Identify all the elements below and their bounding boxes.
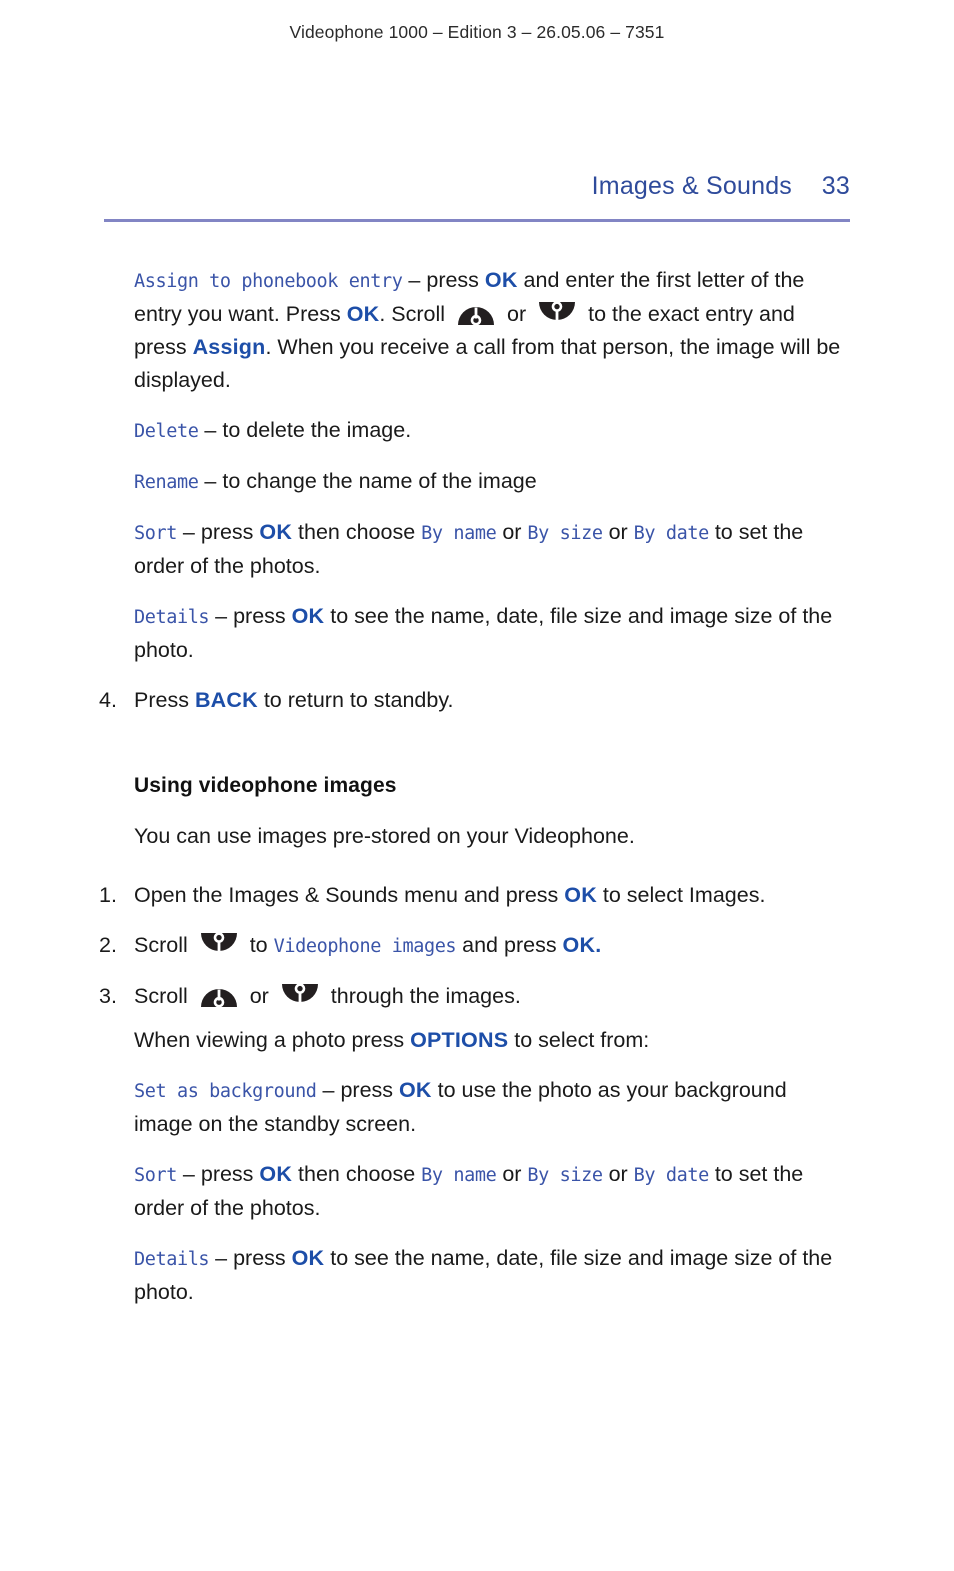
text-fragment: to select Images. xyxy=(596,883,766,907)
scroll-down-icon xyxy=(197,932,241,957)
key-back: BACK xyxy=(194,688,258,712)
list-number: 1. xyxy=(99,883,117,907)
text-fragment: Press xyxy=(134,688,195,712)
paragraph-delete: Delete – to delete the image. xyxy=(0,414,954,448)
paragraph-rename: Rename – to change the name of the image xyxy=(0,465,954,499)
text-fragment: Scroll xyxy=(134,933,194,957)
text-fragment: and press xyxy=(456,933,563,957)
running-header: Videophone 1000 – Edition 3 – 26.05.06 –… xyxy=(289,22,665,42)
text-fragment: or xyxy=(496,1162,528,1186)
text-fragment: Scroll xyxy=(134,984,194,1008)
menu-label-sort: Sort xyxy=(134,523,177,544)
text-fragment: or xyxy=(602,1162,634,1186)
text-fragment: – press xyxy=(209,604,292,628)
key-ok: OK xyxy=(564,883,597,907)
text-fragment: or xyxy=(602,520,634,544)
menu-label-assign-to-phonebook-entry: Assign to phonebook entry xyxy=(134,271,403,292)
text-fragment: or xyxy=(496,520,528,544)
menu-label-set-as-background: Set as background xyxy=(134,1081,317,1102)
list-number: 2. xyxy=(99,933,117,957)
scroll-down-icon xyxy=(278,983,322,1008)
scroll-up-icon xyxy=(454,301,498,326)
list-item-step-1: 1. Open the Images & Sounds menu and pres… xyxy=(0,879,954,912)
menu-label-details: Details xyxy=(134,1249,210,1270)
text-fragment: or xyxy=(501,302,533,326)
key-ok: OK xyxy=(259,520,293,544)
scroll-down-icon xyxy=(535,301,579,326)
text-fragment: – press xyxy=(176,520,260,544)
key-ok: OK xyxy=(346,302,380,326)
menu-option-by-date: By date xyxy=(633,523,710,544)
menu-label-details: Details xyxy=(134,607,210,628)
list-item-step-3: 3. Scroll or through the images. xyxy=(0,980,954,1013)
paragraph-set-as-background: Set as background – press OK to use the … xyxy=(0,1074,954,1141)
paragraph-assign-to-phonebook-entry: Assign to phonebook entry – press OK and… xyxy=(0,264,954,397)
menu-option-by-size: By size xyxy=(527,1165,603,1186)
subheading-using-videophone-images: Using videophone images xyxy=(134,774,397,797)
page-number: 33 xyxy=(821,172,850,200)
text-fragment: – to delete the image. xyxy=(198,418,412,442)
page-heading-row: Images & Sounds 33 xyxy=(104,172,850,201)
text-fragment: then choose xyxy=(292,520,422,544)
text-fragment: to select from: xyxy=(508,1028,650,1052)
key-ok: OK xyxy=(484,268,518,292)
paragraph-details-first: Details – press OK to see the name, date… xyxy=(0,600,954,667)
text-fragment: or xyxy=(243,984,275,1008)
menu-label-sort: Sort xyxy=(134,1165,177,1186)
text-fragment: – press xyxy=(209,1246,292,1270)
text-fragment: – press xyxy=(316,1078,399,1102)
paragraph-details-second: Details – press OK to see the name, date… xyxy=(0,1242,954,1309)
key-ok: OK xyxy=(259,1162,293,1186)
list-number: 3. xyxy=(99,984,117,1008)
menu-option-by-size: By size xyxy=(527,523,603,544)
menu-label-rename: Rename xyxy=(134,472,199,493)
key-ok: OK. xyxy=(562,933,602,957)
menu-option-by-name: By name xyxy=(421,523,497,544)
text-fragment: – to change the name of the image xyxy=(198,469,537,493)
paragraph-intro: You can use images pre-stored on your Vi… xyxy=(134,824,635,848)
text-fragment: through the images. xyxy=(324,984,521,1008)
list-item-step-4: 4. Press BACK to return to standby. xyxy=(0,684,954,717)
text-fragment: When viewing a photo press xyxy=(134,1028,411,1052)
header-rule xyxy=(104,219,850,222)
menu-label-delete: Delete xyxy=(134,421,199,442)
paragraph-sort-first: Sort – press OK then choose By name or B… xyxy=(0,516,954,583)
key-ok: OK xyxy=(291,1246,325,1270)
text-fragment: – press xyxy=(176,1162,260,1186)
menu-label-videophone-images: Videophone images xyxy=(273,936,457,957)
list-number: 4. xyxy=(99,688,117,712)
menu-option-by-name: By name xyxy=(421,1165,497,1186)
subheading-block: Using videophone images xyxy=(0,769,954,802)
page-content: Assign to phonebook entry – press OK and… xyxy=(0,264,954,1326)
key-assign: Assign xyxy=(192,335,266,359)
text-fragment: then choose xyxy=(292,1162,422,1186)
paragraph-sort-second: Sort – press OK then choose By name or B… xyxy=(0,1158,954,1225)
key-options: OPTIONS xyxy=(410,1028,509,1052)
paragraph-options-intro: When viewing a photo press OPTIONS to se… xyxy=(0,1024,954,1057)
text-fragment: – press xyxy=(402,268,485,292)
page-title: Images & Sounds xyxy=(591,172,792,200)
page-heading-block: Images & Sounds 33 xyxy=(104,172,850,222)
key-ok: OK xyxy=(399,1078,432,1102)
scroll-up-icon xyxy=(197,983,241,1008)
text-fragment: . Scroll xyxy=(379,302,452,326)
text-fragment: to return to standby. xyxy=(257,688,454,712)
list-item-step-2: 2. Scroll to Videophone images and press … xyxy=(0,929,954,963)
key-ok: OK xyxy=(291,604,325,628)
text-fragment: to xyxy=(243,933,274,957)
text-fragment: Open the Images & Sounds menu and press xyxy=(134,883,565,907)
menu-option-by-date: By date xyxy=(633,1165,710,1186)
